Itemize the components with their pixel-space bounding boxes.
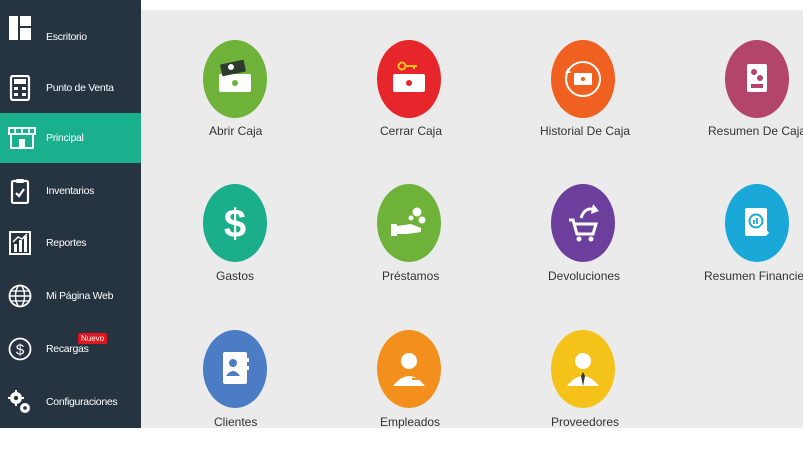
tile-resumen-de-caja[interactable]: Resumen De Caja <box>704 40 803 180</box>
sidebar-item-configuraciones[interactable]: Configuraciones <box>0 377 141 427</box>
close-cash-register-icon <box>377 40 441 118</box>
sidebar-item-label: Mi Página Web <box>46 290 114 302</box>
tile-label: Historial De Caja <box>540 124 631 138</box>
sidebar-item-inventarios[interactable]: Inventarios <box>0 166 141 216</box>
open-cash-register-icon <box>203 40 267 118</box>
tile-label: Empleados <box>380 415 441 429</box>
sidebar-item-label: Escritorio <box>46 31 87 43</box>
tile-label: Proveedores <box>551 415 620 429</box>
dollar-circle-icon: $ <box>8 337 32 361</box>
cash-summary-icon <box>725 40 789 118</box>
supplier-icon <box>551 330 615 408</box>
sidebar-item-label: Reportes <box>46 237 87 249</box>
svg-text:$: $ <box>16 342 25 359</box>
calculator-icon <box>9 75 31 101</box>
tile-abrir-caja[interactable]: Abrir Caja <box>182 40 322 180</box>
tile-prestamos[interactable]: Préstamos <box>356 184 496 324</box>
new-badge: Nuevo <box>78 333 108 344</box>
sidebar-item-label: Principal <box>46 132 84 144</box>
sidebar-item-punto-de-venta[interactable]: Punto de Venta <box>0 63 141 113</box>
bar-chart-icon <box>9 231 31 255</box>
tile-label: Préstamos <box>382 269 440 283</box>
clipboard-check-icon <box>10 179 30 204</box>
sidebar-item-reportes[interactable]: Reportes <box>0 218 141 268</box>
loan-hand-icon <box>377 184 441 262</box>
tile-devoluciones[interactable]: Devoluciones <box>530 184 670 324</box>
dollar-sign-icon: $ <box>203 184 267 262</box>
sidebar-item-label: Inventarios <box>46 185 95 197</box>
sidebar-item-label: Punto de Venta <box>46 82 114 94</box>
store-icon <box>8 127 36 149</box>
sidebar: Escritorio Punto de Venta Principal Inve… <box>0 0 141 428</box>
tile-empleados[interactable]: Empleados <box>356 330 496 470</box>
tile-label: Abrir Caja <box>209 124 263 138</box>
contacts-book-icon <box>203 330 267 408</box>
globe-icon <box>8 284 32 308</box>
tile-gastos[interactable]: $ Gastos <box>182 184 322 324</box>
tile-clientes[interactable]: Clientes <box>182 330 322 470</box>
tile-label: Resumen Financiero <box>704 269 803 283</box>
tile-label: Devoluciones <box>548 269 621 283</box>
tile-label: Clientes <box>214 415 258 429</box>
sidebar-item-label: Configuraciones <box>46 396 118 408</box>
financial-report-icon <box>725 184 789 262</box>
tile-label: Resumen De Caja <box>708 124 803 138</box>
dashboard-icon <box>9 16 31 40</box>
employee-icon <box>377 330 441 408</box>
cash-history-icon <box>551 40 615 118</box>
tile-historial-de-caja[interactable]: Historial De Caja <box>530 40 670 180</box>
tile-cerrar-caja[interactable]: Cerrar Caja <box>356 40 496 180</box>
sidebar-item-recargas[interactable]: $ Recargas <box>0 324 141 374</box>
tile-label: Gastos <box>216 269 255 283</box>
return-cart-icon <box>551 184 615 262</box>
tile-label: Cerrar Caja <box>380 124 443 138</box>
tile-resumen-financiero[interactable]: Resumen Financiero <box>704 184 803 324</box>
tile-proveedores[interactable]: Proveedores <box>530 330 670 470</box>
svg-text:$: $ <box>224 202 246 246</box>
sidebar-item-mi-pagina-web[interactable]: Mi Página Web <box>0 271 141 321</box>
gears-icon <box>8 390 30 413</box>
sidebar-item-label: Recargas <box>46 343 89 355</box>
sidebar-item-principal[interactable]: Principal <box>0 113 141 163</box>
sidebar-item-escritorio[interactable]: Escritorio <box>0 12 141 62</box>
main-content: Abrir Caja Cerrar Caja Historial De Caja… <box>141 10 803 429</box>
